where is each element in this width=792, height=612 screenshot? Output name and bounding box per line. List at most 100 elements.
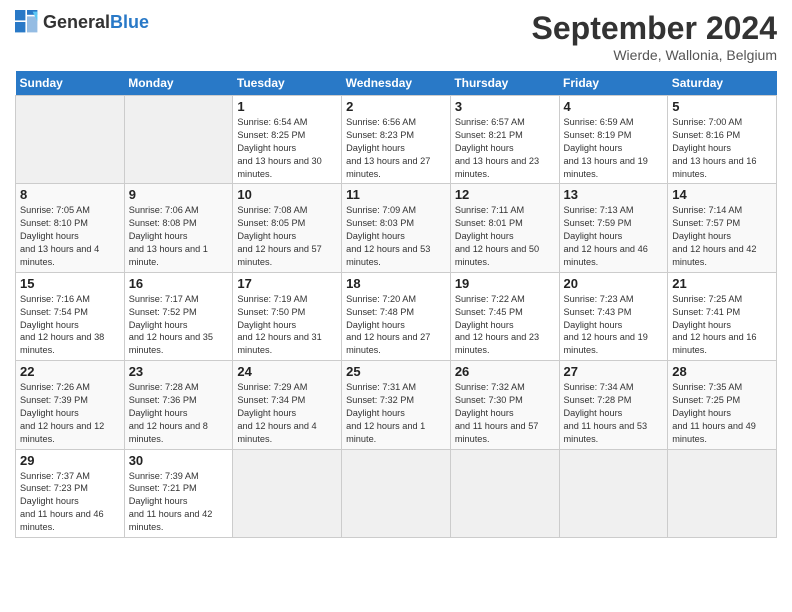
day-detail: Sunrise: 7:34 AMSunset: 7:28 PMDaylight … [564, 382, 648, 444]
day-detail: Sunrise: 7:29 AMSunset: 7:34 PMDaylight … [237, 382, 316, 444]
day-number: 2 [346, 99, 446, 114]
table-row [124, 96, 233, 184]
col-tuesday: Tuesday [233, 71, 342, 96]
day-number: 21 [672, 276, 772, 291]
day-number: 20 [564, 276, 664, 291]
day-detail: Sunrise: 7:25 AMSunset: 7:41 PMDaylight … [672, 294, 756, 356]
day-detail: Sunrise: 7:06 AMSunset: 8:08 PMDaylight … [129, 205, 208, 267]
day-number: 27 [564, 364, 664, 379]
col-sunday: Sunday [16, 71, 125, 96]
logo-icon [15, 10, 39, 34]
table-row: 9 Sunrise: 7:06 AMSunset: 8:08 PMDayligh… [124, 184, 233, 272]
col-monday: Monday [124, 71, 233, 96]
day-detail: Sunrise: 7:35 AMSunset: 7:25 PMDaylight … [672, 382, 756, 444]
day-number: 8 [20, 187, 120, 202]
table-row: 21 Sunrise: 7:25 AMSunset: 7:41 PMDaylig… [668, 272, 777, 360]
day-detail: Sunrise: 6:56 AMSunset: 8:23 PMDaylight … [346, 117, 430, 179]
day-number: 5 [672, 99, 772, 114]
calendar-header: Sunday Monday Tuesday Wednesday Thursday… [16, 71, 777, 96]
logo-general-text: General [43, 12, 110, 32]
table-row: 10 Sunrise: 7:08 AMSunset: 8:05 PMDaylig… [233, 184, 342, 272]
calendar-table: Sunday Monday Tuesday Wednesday Thursday… [15, 71, 777, 538]
week-row-3: 15 Sunrise: 7:16 AMSunset: 7:54 PMDaylig… [16, 272, 777, 360]
day-detail: Sunrise: 7:32 AMSunset: 7:30 PMDaylight … [455, 382, 539, 444]
day-detail: Sunrise: 7:11 AMSunset: 8:01 PMDaylight … [455, 205, 539, 267]
day-number: 11 [346, 187, 446, 202]
logo: GeneralBlue [15, 10, 149, 34]
day-number: 28 [672, 364, 772, 379]
day-number: 18 [346, 276, 446, 291]
table-row: 27 Sunrise: 7:34 AMSunset: 7:28 PMDaylig… [559, 361, 668, 449]
month-year: September 2024 [532, 10, 777, 47]
day-detail: Sunrise: 7:39 AMSunset: 7:21 PMDaylight … [129, 471, 213, 533]
table-row: 24 Sunrise: 7:29 AMSunset: 7:34 PMDaylig… [233, 361, 342, 449]
calendar-body: 1 Sunrise: 6:54 AMSunset: 8:25 PMDayligh… [16, 96, 777, 538]
day-detail: Sunrise: 7:20 AMSunset: 7:48 PMDaylight … [346, 294, 430, 356]
table-row: 3 Sunrise: 6:57 AMSunset: 8:21 PMDayligh… [450, 96, 559, 184]
table-row: 29 Sunrise: 7:37 AMSunset: 7:23 PMDaylig… [16, 449, 125, 537]
page: GeneralBlue September 2024 Wierde, Wallo… [0, 0, 792, 612]
logo-blue-text: Blue [110, 12, 149, 32]
table-row [450, 449, 559, 537]
day-detail: Sunrise: 7:08 AMSunset: 8:05 PMDaylight … [237, 205, 321, 267]
day-number: 13 [564, 187, 664, 202]
table-row: 12 Sunrise: 7:11 AMSunset: 8:01 PMDaylig… [450, 184, 559, 272]
day-detail: Sunrise: 7:00 AMSunset: 8:16 PMDaylight … [672, 117, 756, 179]
day-detail: Sunrise: 7:37 AMSunset: 7:23 PMDaylight … [20, 471, 104, 533]
day-number: 10 [237, 187, 337, 202]
day-detail: Sunrise: 7:26 AMSunset: 7:39 PMDaylight … [20, 382, 104, 444]
table-row [559, 449, 668, 537]
table-row: 5 Sunrise: 7:00 AMSunset: 8:16 PMDayligh… [668, 96, 777, 184]
table-row: 25 Sunrise: 7:31 AMSunset: 7:32 PMDaylig… [342, 361, 451, 449]
col-wednesday: Wednesday [342, 71, 451, 96]
day-number: 17 [237, 276, 337, 291]
table-row: 26 Sunrise: 7:32 AMSunset: 7:30 PMDaylig… [450, 361, 559, 449]
table-row: 20 Sunrise: 7:23 AMSunset: 7:43 PMDaylig… [559, 272, 668, 360]
day-number: 12 [455, 187, 555, 202]
day-detail: Sunrise: 7:31 AMSunset: 7:32 PMDaylight … [346, 382, 425, 444]
day-detail: Sunrise: 7:09 AMSunset: 8:03 PMDaylight … [346, 205, 430, 267]
day-number: 16 [129, 276, 229, 291]
day-number: 9 [129, 187, 229, 202]
day-detail: Sunrise: 7:17 AMSunset: 7:52 PMDaylight … [129, 294, 213, 356]
day-number: 26 [455, 364, 555, 379]
day-number: 1 [237, 99, 337, 114]
day-number: 24 [237, 364, 337, 379]
day-detail: Sunrise: 7:16 AMSunset: 7:54 PMDaylight … [20, 294, 104, 356]
header-row: Sunday Monday Tuesday Wednesday Thursday… [16, 71, 777, 96]
day-detail: Sunrise: 7:19 AMSunset: 7:50 PMDaylight … [237, 294, 321, 356]
day-detail: Sunrise: 7:23 AMSunset: 7:43 PMDaylight … [564, 294, 648, 356]
table-row: 15 Sunrise: 7:16 AMSunset: 7:54 PMDaylig… [16, 272, 125, 360]
week-row-2: 8 Sunrise: 7:05 AMSunset: 8:10 PMDayligh… [16, 184, 777, 272]
day-number: 22 [20, 364, 120, 379]
table-row: 14 Sunrise: 7:14 AMSunset: 7:57 PMDaylig… [668, 184, 777, 272]
table-row: 18 Sunrise: 7:20 AMSunset: 7:48 PMDaylig… [342, 272, 451, 360]
day-detail: Sunrise: 6:57 AMSunset: 8:21 PMDaylight … [455, 117, 539, 179]
table-row: 2 Sunrise: 6:56 AMSunset: 8:23 PMDayligh… [342, 96, 451, 184]
table-row: 23 Sunrise: 7:28 AMSunset: 7:36 PMDaylig… [124, 361, 233, 449]
location: Wierde, Wallonia, Belgium [532, 47, 777, 63]
day-number: 14 [672, 187, 772, 202]
day-number: 3 [455, 99, 555, 114]
table-row: 1 Sunrise: 6:54 AMSunset: 8:25 PMDayligh… [233, 96, 342, 184]
day-number: 25 [346, 364, 446, 379]
week-row-5: 29 Sunrise: 7:37 AMSunset: 7:23 PMDaylig… [16, 449, 777, 537]
header: GeneralBlue September 2024 Wierde, Wallo… [15, 10, 777, 63]
day-number: 23 [129, 364, 229, 379]
day-detail: Sunrise: 7:28 AMSunset: 7:36 PMDaylight … [129, 382, 208, 444]
table-row: 17 Sunrise: 7:19 AMSunset: 7:50 PMDaylig… [233, 272, 342, 360]
week-row-1: 1 Sunrise: 6:54 AMSunset: 8:25 PMDayligh… [16, 96, 777, 184]
col-friday: Friday [559, 71, 668, 96]
table-row [16, 96, 125, 184]
day-detail: Sunrise: 7:05 AMSunset: 8:10 PMDaylight … [20, 205, 99, 267]
day-number: 19 [455, 276, 555, 291]
day-number: 4 [564, 99, 664, 114]
day-detail: Sunrise: 7:22 AMSunset: 7:45 PMDaylight … [455, 294, 539, 356]
day-number: 29 [20, 453, 120, 468]
day-number: 30 [129, 453, 229, 468]
table-row [342, 449, 451, 537]
table-row: 16 Sunrise: 7:17 AMSunset: 7:52 PMDaylig… [124, 272, 233, 360]
day-number: 15 [20, 276, 120, 291]
table-row: 11 Sunrise: 7:09 AMSunset: 8:03 PMDaylig… [342, 184, 451, 272]
table-row: 28 Sunrise: 7:35 AMSunset: 7:25 PMDaylig… [668, 361, 777, 449]
